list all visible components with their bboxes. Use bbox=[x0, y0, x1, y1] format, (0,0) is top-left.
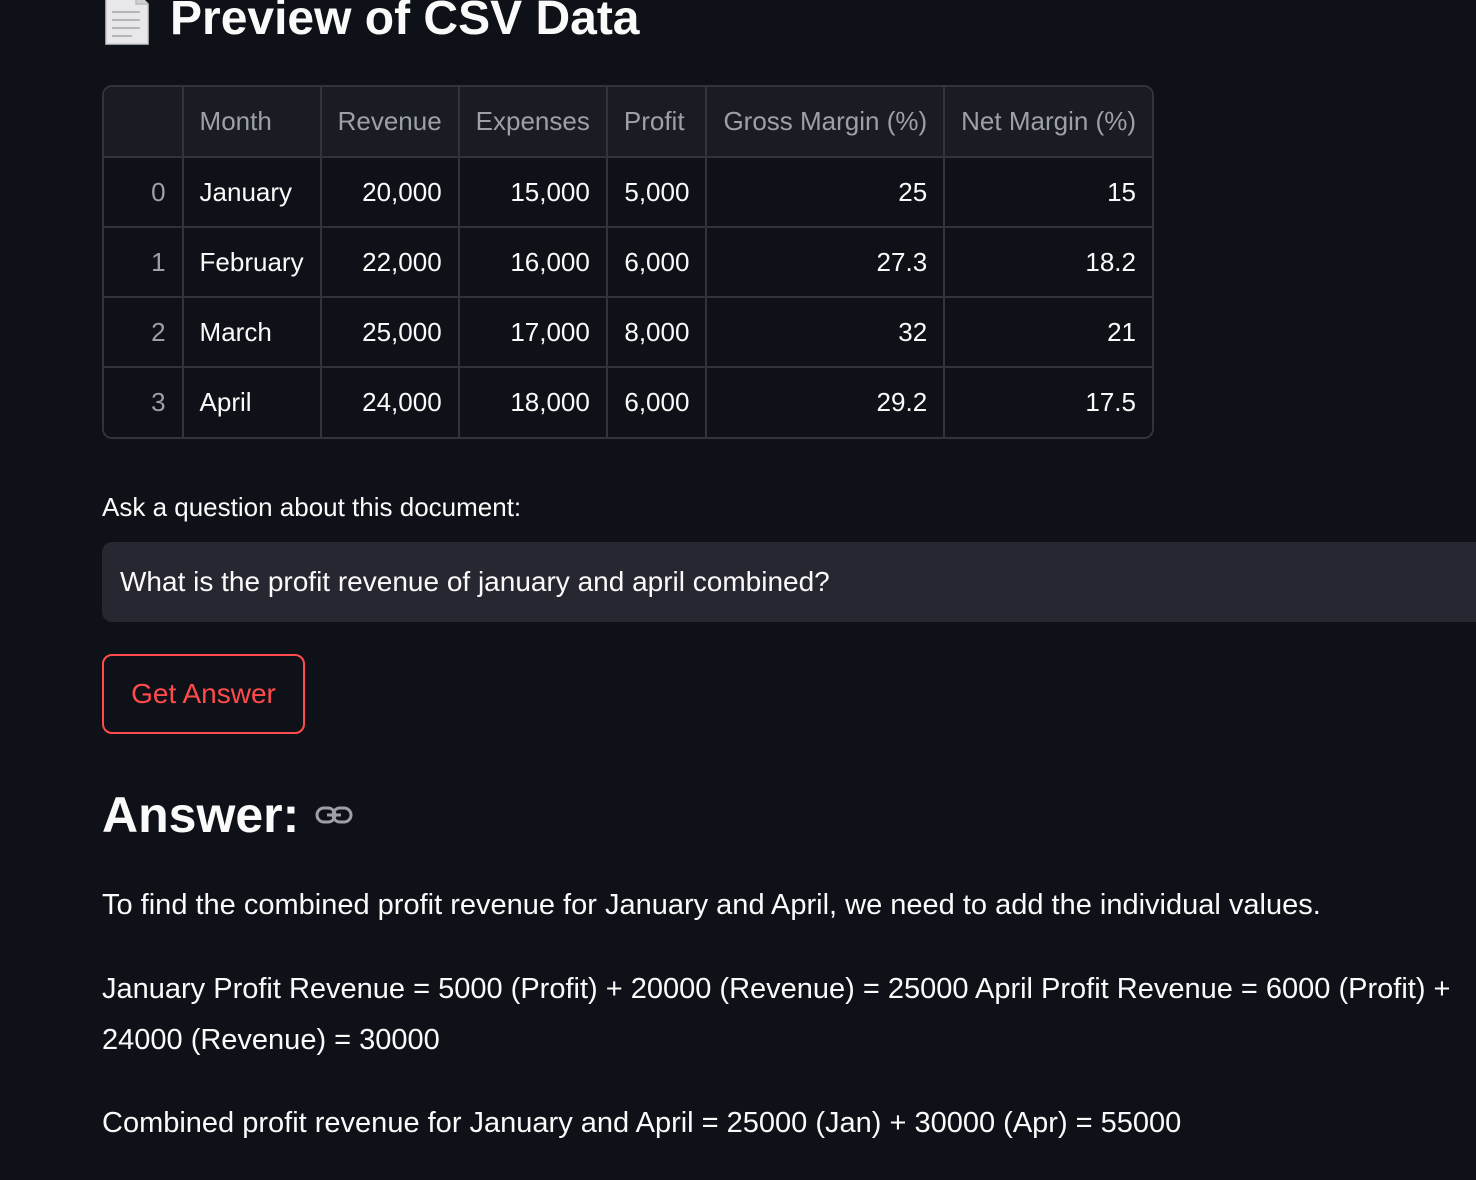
document-icon bbox=[105, 0, 149, 45]
cell-profit[interactable]: 6,000 bbox=[606, 227, 708, 298]
page-title-text: Preview of CSV Data bbox=[170, 0, 640, 45]
cell-expenses[interactable]: 17,000 bbox=[458, 297, 608, 368]
column-header-net-margin[interactable]: Net Margin (%) bbox=[944, 87, 1152, 158]
column-header-expenses[interactable]: Expenses bbox=[458, 87, 608, 158]
cell-profit[interactable]: 8,000 bbox=[606, 297, 708, 368]
table-header-row: Month Revenue Expenses Profit Gross Marg… bbox=[104, 87, 1152, 158]
answer-heading-text: Answer: bbox=[102, 787, 300, 843]
column-header-month[interactable]: Month bbox=[182, 87, 322, 158]
table-row: 3 April 24,000 18,000 6,000 29.2 17.5 bbox=[104, 367, 1152, 437]
table-row: 2 March 25,000 17,000 8,000 32 21 bbox=[104, 297, 1152, 368]
cell-month[interactable]: April bbox=[182, 367, 322, 437]
cell-net-margin[interactable]: 17.5 bbox=[944, 367, 1152, 437]
answer-heading: Answer: bbox=[102, 786, 353, 844]
answer-paragraph-result: Combined profit revenue for January and … bbox=[102, 1107, 1182, 1139]
cell-gross-margin[interactable]: 27.3 bbox=[706, 227, 946, 298]
cell-gross-margin[interactable]: 32 bbox=[706, 297, 946, 368]
cell-expenses[interactable]: 16,000 bbox=[458, 227, 608, 298]
cell-profit[interactable]: 5,000 bbox=[606, 157, 708, 228]
answer-paragraph-intro: To find the combined profit revenue for … bbox=[102, 889, 1321, 921]
question-label: Ask a question about this document: bbox=[102, 492, 522, 522]
column-header-revenue[interactable]: Revenue bbox=[320, 87, 460, 158]
cell-month[interactable]: February bbox=[182, 227, 322, 298]
cell-expenses[interactable]: 15,000 bbox=[458, 157, 608, 228]
link-icon[interactable] bbox=[315, 803, 353, 827]
question-input[interactable] bbox=[102, 542, 1476, 622]
cell-revenue[interactable]: 22,000 bbox=[320, 227, 460, 298]
get-answer-button[interactable]: Get Answer bbox=[102, 654, 305, 734]
page-title: Preview of CSV Data bbox=[102, 0, 640, 50]
row-index: 1 bbox=[104, 227, 184, 298]
cell-net-margin[interactable]: 21 bbox=[944, 297, 1152, 368]
table-row: 0 January 20,000 15,000 5,000 25 15 bbox=[104, 157, 1152, 228]
column-header-index[interactable] bbox=[104, 87, 184, 158]
answer-paragraph-calculation: January Profit Revenue = 5000 (Profit) +… bbox=[102, 973, 1451, 1056]
cell-gross-margin[interactable]: 29.2 bbox=[706, 367, 946, 437]
table-row: 1 February 22,000 16,000 6,000 27.3 18.2 bbox=[104, 227, 1152, 298]
column-header-profit[interactable]: Profit bbox=[606, 87, 708, 158]
cell-expenses[interactable]: 18,000 bbox=[458, 367, 608, 437]
cell-gross-margin[interactable]: 25 bbox=[706, 157, 946, 228]
cell-revenue[interactable]: 24,000 bbox=[320, 367, 460, 437]
cell-profit[interactable]: 6,000 bbox=[606, 367, 708, 437]
cell-revenue[interactable]: 25,000 bbox=[320, 297, 460, 368]
cell-month[interactable]: January bbox=[182, 157, 322, 228]
cell-month[interactable]: March bbox=[182, 297, 322, 368]
cell-net-margin[interactable]: 15 bbox=[944, 157, 1152, 228]
row-index: 0 bbox=[104, 157, 184, 228]
csv-preview-table[interactable]: Month Revenue Expenses Profit Gross Marg… bbox=[102, 85, 1154, 439]
cell-revenue[interactable]: 20,000 bbox=[320, 157, 460, 228]
row-index: 2 bbox=[104, 297, 184, 368]
row-index: 3 bbox=[104, 367, 184, 437]
column-header-gross-margin[interactable]: Gross Margin (%) bbox=[706, 87, 946, 158]
cell-net-margin[interactable]: 18.2 bbox=[944, 227, 1152, 298]
